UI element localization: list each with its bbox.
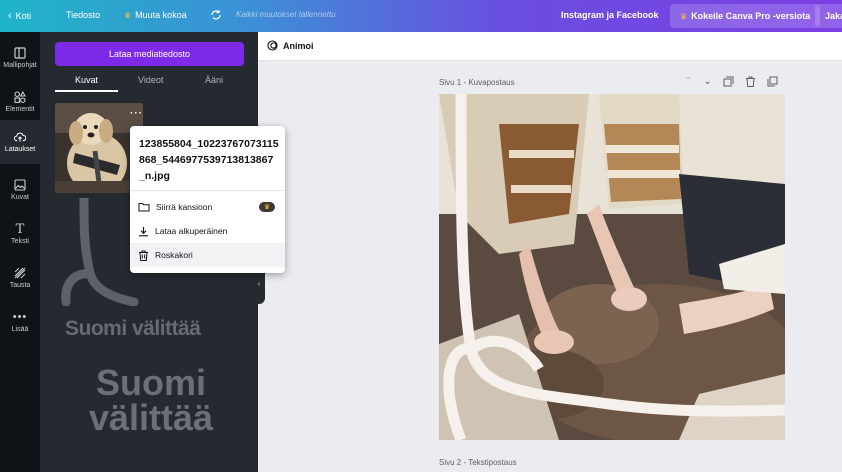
try-pro-label: Kokeile Canva Pro -versiota [691, 11, 811, 21]
file-menu-button[interactable]: Tiedosto [66, 10, 100, 20]
rail-item-background[interactable]: Tausta [0, 256, 40, 300]
move-to-folder-menu-item[interactable]: Siirrä kansioon ♛ [130, 195, 285, 219]
side-navigation: Mallipohjat Elementit Lataukset Kuvat T … [0, 32, 40, 472]
duplicate-page-icon[interactable] [723, 76, 734, 87]
hands-and-dog-photo [439, 94, 785, 440]
page-1-title: Sivu 1 - Kuvapostaus [439, 78, 515, 87]
share-button[interactable]: Jaka [815, 4, 842, 28]
chevron-up-icon[interactable]: ⌃ [684, 76, 692, 87]
more-options-icon[interactable]: ··· [130, 108, 143, 119]
page-tools: ⌃ ⌄ [684, 76, 778, 87]
image-context-menu: 123855804_10223767073115868_544697753971… [130, 126, 285, 273]
home-button[interactable]: ‹ Koti [8, 10, 31, 22]
folder-icon [138, 203, 150, 212]
page-1-canvas-photo[interactable] [439, 94, 785, 440]
resize-button[interactable]: ♛ Muuta kokoa [124, 10, 187, 20]
brand-text-large-line1: Suomi [95, 362, 206, 403]
tab-videos[interactable]: Videot [138, 75, 163, 85]
rail-item-photos[interactable]: Kuvat [0, 168, 40, 212]
crown-icon: ♛ [124, 10, 132, 20]
rail-label: Kuvat [11, 194, 29, 201]
more-icon: ••• [12, 311, 28, 323]
rail-label: Lisää [11, 326, 29, 333]
rail-label: Teksti [11, 238, 29, 245]
templates-icon [14, 47, 26, 59]
animate-icon [267, 40, 278, 51]
trash-menu-item[interactable]: Roskakori [130, 243, 285, 267]
rail-item-text[interactable]: T Teksti [0, 212, 40, 256]
animate-label: Animoi [283, 40, 314, 51]
text-icon: T [15, 221, 25, 237]
background-icon [14, 267, 26, 279]
rail-item-uploads[interactable]: Lataukset [0, 120, 40, 164]
brand-text-large[interactable]: Suomi välittää [78, 362, 224, 438]
pro-crown-badge: ♛ [259, 202, 275, 212]
rail-item-elements[interactable]: Elementit [0, 80, 40, 124]
menu-divider [130, 190, 285, 191]
image-icon [14, 179, 26, 191]
home-label: Koti [15, 11, 32, 21]
delete-page-icon[interactable] [745, 76, 756, 87]
page-2-title: Sivu 2 - Tekstipostaus [439, 458, 517, 467]
rail-label: Elementit [5, 106, 35, 113]
download-original-menu-item[interactable]: Lataa alkuperäinen [130, 219, 285, 243]
animate-button[interactable]: Animoi [267, 40, 314, 51]
chevron-left-icon: ‹ [257, 278, 261, 288]
active-tab-indicator [55, 90, 118, 92]
upload-media-button[interactable]: Lataa mediatiedosto [55, 42, 244, 66]
upload-cloud-icon [14, 131, 26, 143]
move-to-folder-label: Siirrä kansioon [156, 202, 213, 212]
top-toolbar: ‹ Koti Tiedosto ♛ Muuta kokoa Kaikki muu… [0, 0, 842, 32]
editor-toolbar: Animoi [258, 32, 842, 61]
rail-label: Tausta [9, 282, 31, 289]
rail-item-more[interactable]: ••• Lisää [0, 300, 40, 344]
add-page-icon[interactable] [767, 76, 778, 87]
image-filename: 123855804_10223767073115868_544697753971… [139, 138, 279, 182]
try-pro-button[interactable]: ♛ Kokeile Canva Pro -versiota [670, 4, 821, 28]
brand-text-small[interactable]: Suomi välittää [65, 317, 201, 341]
rail-label: Mallipohjat [3, 62, 37, 69]
chevron-down-icon[interactable]: ⌄ [703, 76, 711, 87]
sync-icon [211, 10, 221, 20]
rail-label: Lataukset [4, 146, 36, 153]
download-icon [139, 226, 148, 236]
undo-redo-button[interactable] [210, 9, 222, 21]
elements-icon [14, 91, 26, 103]
tab-images[interactable]: Kuvat [75, 75, 98, 85]
tab-audio[interactable]: Ääni [205, 75, 223, 85]
resize-label: Muuta kokoa [135, 10, 187, 20]
trash-label: Roskakori [155, 250, 193, 260]
trash-icon [139, 250, 148, 261]
crown-icon: ♛ [680, 11, 688, 21]
chevron-left-icon: ‹ [8, 10, 12, 22]
brand-text-large-line2: välittää [88, 397, 214, 438]
rail-item-templates[interactable]: Mallipohjat [0, 36, 40, 80]
download-original-label: Lataa alkuperäinen [155, 226, 228, 236]
save-status: Kaikki muutokset tallennettu [236, 10, 336, 19]
share-target-button[interactable]: Instagram ja Facebook [561, 10, 659, 20]
